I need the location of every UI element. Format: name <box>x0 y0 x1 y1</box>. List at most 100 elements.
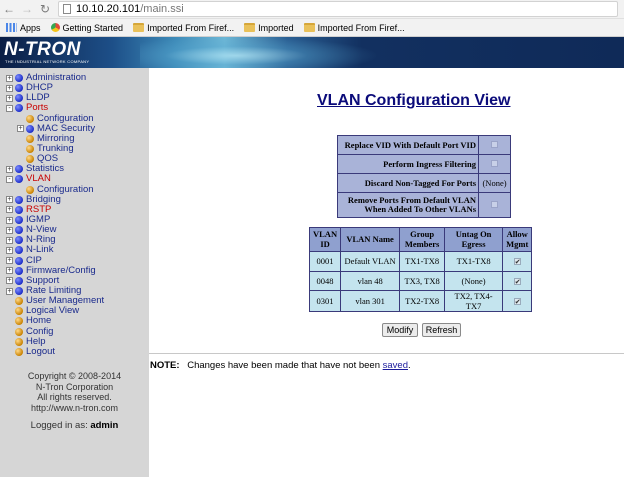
bookmark-imported-from-firefox-1[interactable]: Imported From Firef... <box>133 23 234 33</box>
collapse-icon[interactable]: - <box>6 104 13 112</box>
blue-ball-icon <box>15 84 23 93</box>
modify-button[interactable]: Modify <box>382 323 418 337</box>
ingress-filtering-checkbox[interactable] <box>491 160 498 167</box>
expand-icon[interactable]: + <box>6 74 13 82</box>
sidebar: + Administration + DHCP + LLDP - Ports Configura… <box>0 68 149 477</box>
expand-icon[interactable]: + <box>6 267 13 275</box>
apps-grid-icon <box>6 23 17 32</box>
gold-ball-icon <box>26 114 34 123</box>
expand-icon[interactable]: + <box>6 196 13 204</box>
table-row: 0301 vlan 301 TX2-TX8 TX2, TX4-TX7 ✔ <box>308 290 533 312</box>
bookmark-apps[interactable]: Apps <box>6 23 41 33</box>
gold-ball-icon <box>15 297 23 306</box>
gold-ball-icon <box>15 307 23 316</box>
expand-icon[interactable]: + <box>6 94 13 102</box>
gold-ball-icon <box>26 145 34 154</box>
discard-non-tagged-value: (None) <box>478 173 511 193</box>
gold-ball-icon <box>26 134 34 143</box>
divider <box>149 353 624 354</box>
sidebar-item-lldp[interactable]: + LLDP <box>6 93 104 103</box>
gold-ball-icon <box>15 347 23 356</box>
browser-address-bar: ← → ↻ 10.10.20.101/main.ssi <box>0 0 624 19</box>
untag-egress-cell: (None) <box>444 270 504 291</box>
untag-egress-cell: TX2, TX4-TX7 <box>444 290 504 312</box>
gold-ball-icon <box>15 317 23 326</box>
sidebar-item-statistics[interactable]: + Statistics <box>6 164 104 174</box>
sidebar-item-bridging[interactable]: + Bridging <box>6 194 104 205</box>
bookmark-imported[interactable]: Imported <box>244 23 294 33</box>
blue-ball-icon <box>15 165 23 174</box>
blue-ball-icon <box>15 175 23 184</box>
note-label: NOTE: <box>150 360 180 371</box>
sidebar-item-help[interactable]: Help <box>6 336 104 347</box>
column-header: VLAN ID <box>308 227 342 252</box>
url-field[interactable]: 10.10.20.101/main.ssi <box>58 1 618 17</box>
expand-icon[interactable]: + <box>6 236 13 244</box>
blue-ball-icon <box>15 236 23 245</box>
forward-icon[interactable]: → <box>18 0 36 19</box>
expand-icon[interactable]: + <box>6 277 13 285</box>
blue-ball-icon <box>15 226 23 235</box>
remove-ports-checkbox[interactable] <box>491 201 498 208</box>
sidebar-item-n-ring[interactable]: + N-Ring <box>6 235 104 245</box>
vlan-name-cell: Default VLAN <box>340 251 401 272</box>
banner-wave-graphic <box>140 37 380 68</box>
logged-in-status: Logged in as: admin <box>30 420 119 431</box>
expand-icon[interactable]: + <box>6 246 13 254</box>
expand-icon[interactable]: + <box>6 257 13 265</box>
sidebar-item-label: Logout <box>26 345 56 357</box>
vlan-name-cell: vlan 301 <box>340 290 401 312</box>
refresh-button[interactable]: Refresh <box>422 323 461 337</box>
logged-in-user: admin <box>90 420 119 431</box>
sidebar-item-dhcp[interactable]: + DHCP <box>6 83 104 93</box>
replace-vid-checkbox[interactable] <box>491 141 498 148</box>
gold-ball-icon <box>26 155 34 164</box>
expand-icon[interactable]: + <box>17 125 24 133</box>
expand-icon[interactable]: + <box>6 165 13 173</box>
folder-icon <box>303 23 315 32</box>
chrome-icon <box>50 23 60 32</box>
vlan-id-cell: 0301 <box>308 290 342 312</box>
group-members-cell: TX1-TX8 <box>399 251 446 272</box>
main-content: VLAN Configuration View Replace VID With… <box>149 68 624 477</box>
vlan-options-table: Replace VID With Default Port VID Perfor… <box>336 135 511 218</box>
column-header: Untag On Egress <box>444 227 504 252</box>
sidebar-item-logical-view[interactable]: Logical View <box>6 306 104 316</box>
option-label: Remove Ports From Default VLAN When Adde… <box>336 192 480 218</box>
url-host: 10.10.20.101 <box>76 3 141 15</box>
expand-icon[interactable]: + <box>6 216 13 224</box>
folder-icon <box>133 23 145 32</box>
back-icon[interactable]: ← <box>0 0 18 19</box>
blue-ball-icon <box>15 216 23 225</box>
option-label: Discard Non-Tagged For Ports <box>336 173 480 193</box>
gold-ball-icon <box>26 185 34 194</box>
sidebar-item-n-link[interactable]: + N-Link <box>6 245 104 255</box>
allow-mgmt-checkbox[interactable]: ✔ <box>513 298 521 306</box>
blue-ball-icon <box>15 94 23 103</box>
note-text: Changes have been made that have not bee… <box>187 360 380 371</box>
unsaved-changes-note: NOTE: Changes have been made that have n… <box>150 360 411 371</box>
reload-icon[interactable]: ↻ <box>36 0 54 19</box>
expand-icon[interactable]: + <box>6 84 13 92</box>
sidebar-item-home[interactable]: Home <box>6 316 104 326</box>
bookmark-getting-started[interactable]: Getting Started <box>50 23 123 33</box>
allow-mgmt-checkbox[interactable]: ✔ <box>513 277 521 285</box>
vlan-table: VLAN ID VLAN Name Group Members Untag On… <box>308 227 533 312</box>
sidebar-item-administration[interactable]: + Administration <box>6 73 104 83</box>
expand-icon[interactable]: + <box>6 287 13 295</box>
table-row: 0048 vlan 48 TX3, TX8 (None) ✔ <box>308 270 533 291</box>
column-header: VLAN Name <box>340 227 401 252</box>
bookmark-imported-from-firefox-2[interactable]: Imported From Firef... <box>303 23 405 33</box>
bookmarks-bar: Apps Getting Started Imported From Firef… <box>0 19 624 37</box>
blue-ball-icon <box>15 276 23 285</box>
sidebar-item-config[interactable]: Config <box>6 326 104 337</box>
vlan-name-cell: vlan 48 <box>340 270 401 291</box>
url-path: /main.ssi <box>140 3 184 15</box>
expand-icon[interactable]: + <box>6 206 13 214</box>
sidebar-item-rstp[interactable]: + RSTP <box>6 204 104 215</box>
collapse-icon[interactable]: - <box>6 175 13 183</box>
expand-icon[interactable]: + <box>6 226 13 234</box>
sidebar-item-logout[interactable]: Logout <box>6 345 104 357</box>
allow-mgmt-checkbox[interactable]: ✔ <box>513 258 521 266</box>
saved-link[interactable]: saved <box>383 360 408 371</box>
